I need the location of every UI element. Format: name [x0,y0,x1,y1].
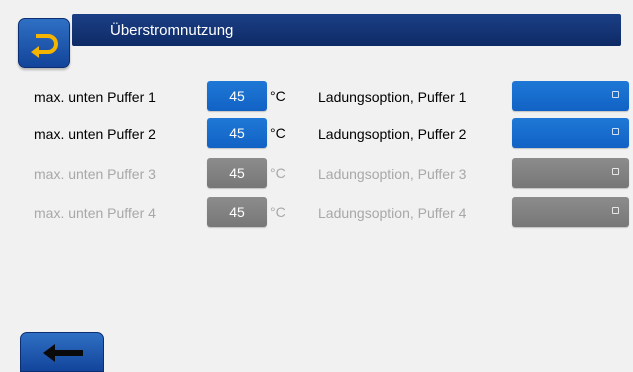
back-button[interactable] [20,332,104,372]
max-unten-puffer-1-value[interactable]: 45 [207,81,267,111]
ladungsoption-puffer-3-select [512,158,629,188]
row-puffer-1: max. unten Puffer 1 45 °C Ladungsoption,… [0,81,633,113]
select-indicator-icon [612,168,619,175]
unit-label: °C [270,125,286,141]
left-arrow-icon [43,344,83,362]
unit-label: °C [270,165,286,181]
ladungsoption-puffer-4-label: Ladungsoption, Puffer 4 [318,205,467,221]
return-button[interactable] [18,18,70,68]
unit-label: °C [270,204,286,220]
ladungsoption-puffer-3-label: Ladungsoption, Puffer 3 [318,166,467,182]
ladungsoption-puffer-2-select[interactable] [512,118,629,148]
select-indicator-icon [612,91,619,98]
row-puffer-4: max. unten Puffer 4 45 °C Ladungsoption,… [0,197,633,229]
title-bar: Überstromnutzung [72,14,621,46]
return-arrow-icon [31,34,58,58]
max-unten-puffer-2-value[interactable]: 45 [207,118,267,148]
ladungsoption-puffer-1-label: Ladungsoption, Puffer 1 [318,89,467,105]
page-title: Überstromnutzung [110,22,234,39]
screen: Überstromnutzung max. unten Puffer 1 45 … [0,0,633,372]
max-unten-puffer-4-value: 45 [207,197,267,227]
select-indicator-icon [612,207,619,214]
select-indicator-icon [612,128,619,135]
ladungsoption-puffer-2-label: Ladungsoption, Puffer 2 [318,126,467,142]
max-unten-puffer-3-label: max. unten Puffer 3 [34,166,156,182]
max-unten-puffer-4-label: max. unten Puffer 4 [34,205,156,221]
row-puffer-3: max. unten Puffer 3 45 °C Ladungsoption,… [0,158,633,190]
max-unten-puffer-1-label: max. unten Puffer 1 [34,89,156,105]
unit-label: °C [270,88,286,104]
ladungsoption-puffer-4-select [512,197,629,227]
ladungsoption-puffer-1-select[interactable] [512,81,629,111]
row-puffer-2: max. unten Puffer 2 45 °C Ladungsoption,… [0,118,633,150]
max-unten-puffer-2-label: max. unten Puffer 2 [34,126,156,142]
max-unten-puffer-3-value: 45 [207,158,267,188]
